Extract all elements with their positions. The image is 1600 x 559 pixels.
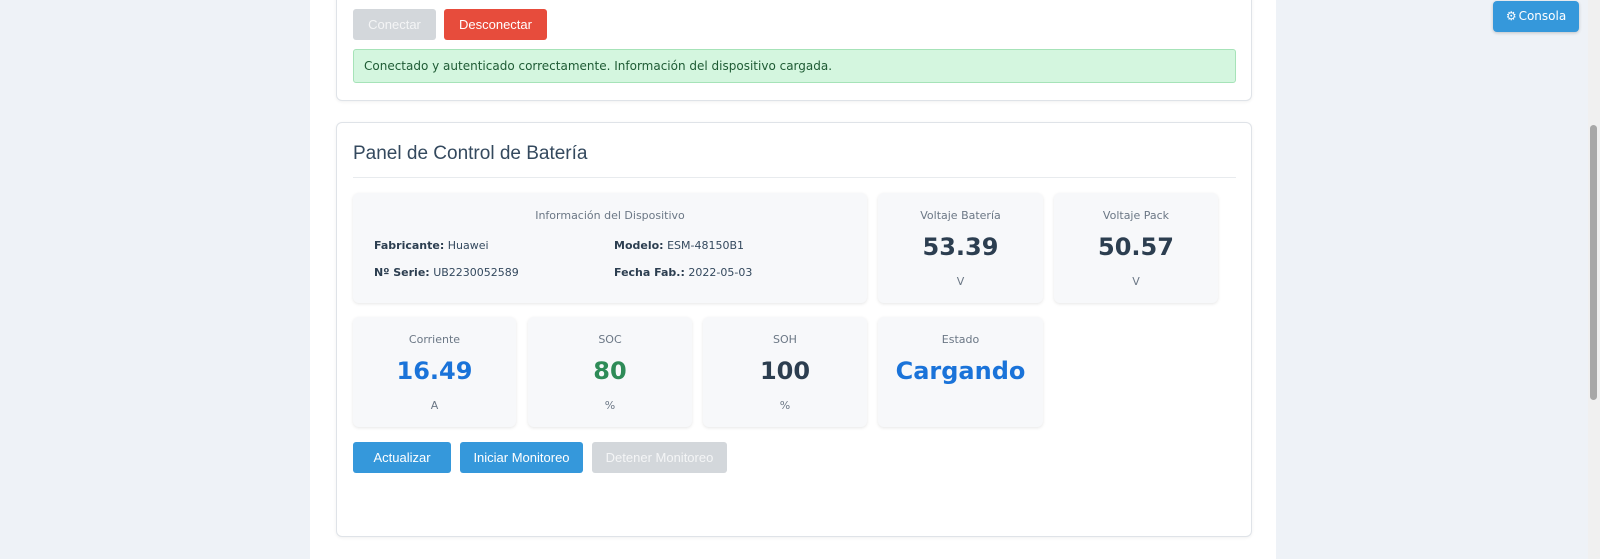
pack-voltage-label: Voltaje Pack: [1102, 209, 1170, 222]
battery-panel-card: Panel de Control de Batería Información …: [336, 122, 1252, 537]
device-info-tile: Información del Dispositivo Fabricante: …: [353, 193, 867, 303]
manufacturer-row: Fabricante: Huawei: [374, 239, 489, 252]
model-value: ESM-48150B1: [667, 239, 745, 252]
pack-voltage-tile: Voltaje Pack 50.57 V: [1054, 193, 1218, 303]
gear-icon: ⚙: [1505, 9, 1517, 23]
serial-row: Nº Serie: UB2230052589: [374, 266, 519, 279]
pack-voltage-unit: V: [1132, 275, 1140, 288]
connect-button[interactable]: Conectar: [353, 9, 436, 40]
soh-tile: SOH 100 %: [703, 317, 867, 427]
status-alert: Conectado y autenticado correctamente. I…: [353, 49, 1236, 83]
state-label: Estado: [941, 333, 980, 346]
console-button[interactable]: ⚙ Consola: [1493, 1, 1579, 32]
start-monitoring-button[interactable]: Iniciar Monitoreo: [460, 442, 583, 473]
serial-label: Nº Serie:: [374, 266, 430, 279]
soh-label: SOH: [773, 333, 797, 346]
soc-value: 80: [593, 357, 627, 385]
serial-value: UB2230052589: [433, 266, 519, 279]
current-value: 16.49: [396, 357, 473, 385]
page-title: Panel de Control de Batería: [353, 143, 588, 164]
current-label: Corriente: [408, 333, 461, 346]
pack-voltage-value: 50.57: [1098, 233, 1174, 261]
soh-unit: %: [779, 399, 791, 412]
date-row: Fecha Fab.: 2022-05-03: [614, 266, 752, 279]
current-tile: Corriente 16.49 A: [353, 317, 516, 427]
title-divider: [353, 177, 1236, 178]
main-content: Conectar Desconectar Conectado y autenti…: [310, 0, 1276, 559]
soc-unit: %: [604, 399, 616, 412]
manufacturer-label: Fabricante:: [374, 239, 445, 252]
connection-card: Conectar Desconectar Conectado y autenti…: [336, 0, 1252, 101]
soc-label: SOC: [598, 333, 622, 346]
manufacturer-value: Huawei: [447, 239, 489, 252]
battery-voltage-unit: V: [956, 275, 965, 288]
console-label: Consola: [1518, 9, 1567, 23]
battery-voltage-label: Voltaje Batería: [920, 209, 1001, 222]
state-tile: Estado Cargando: [878, 317, 1043, 427]
soc-tile: SOC 80 %: [528, 317, 692, 427]
state-value: Cargando: [895, 357, 1026, 385]
stop-monitoring-button[interactable]: Detener Monitoreo: [592, 442, 727, 473]
soh-value: 100: [759, 357, 811, 385]
battery-voltage-value: 53.39: [922, 233, 999, 261]
date-label: Fecha Fab.:: [614, 266, 685, 279]
current-unit: A: [430, 399, 439, 412]
scrollbar-thumb[interactable]: [1590, 125, 1597, 400]
scrollbar[interactable]: [1588, 0, 1600, 559]
model-row: Modelo: ESM-48150B1: [614, 239, 744, 252]
date-value: 2022-05-03: [688, 266, 753, 279]
device-info-heading: Información del Dispositivo: [535, 209, 685, 222]
refresh-button[interactable]: Actualizar: [353, 442, 451, 473]
model-label: Modelo:: [614, 239, 664, 252]
battery-voltage-tile: Voltaje Batería 53.39 V: [878, 193, 1043, 303]
disconnect-button[interactable]: Desconectar: [444, 9, 547, 40]
